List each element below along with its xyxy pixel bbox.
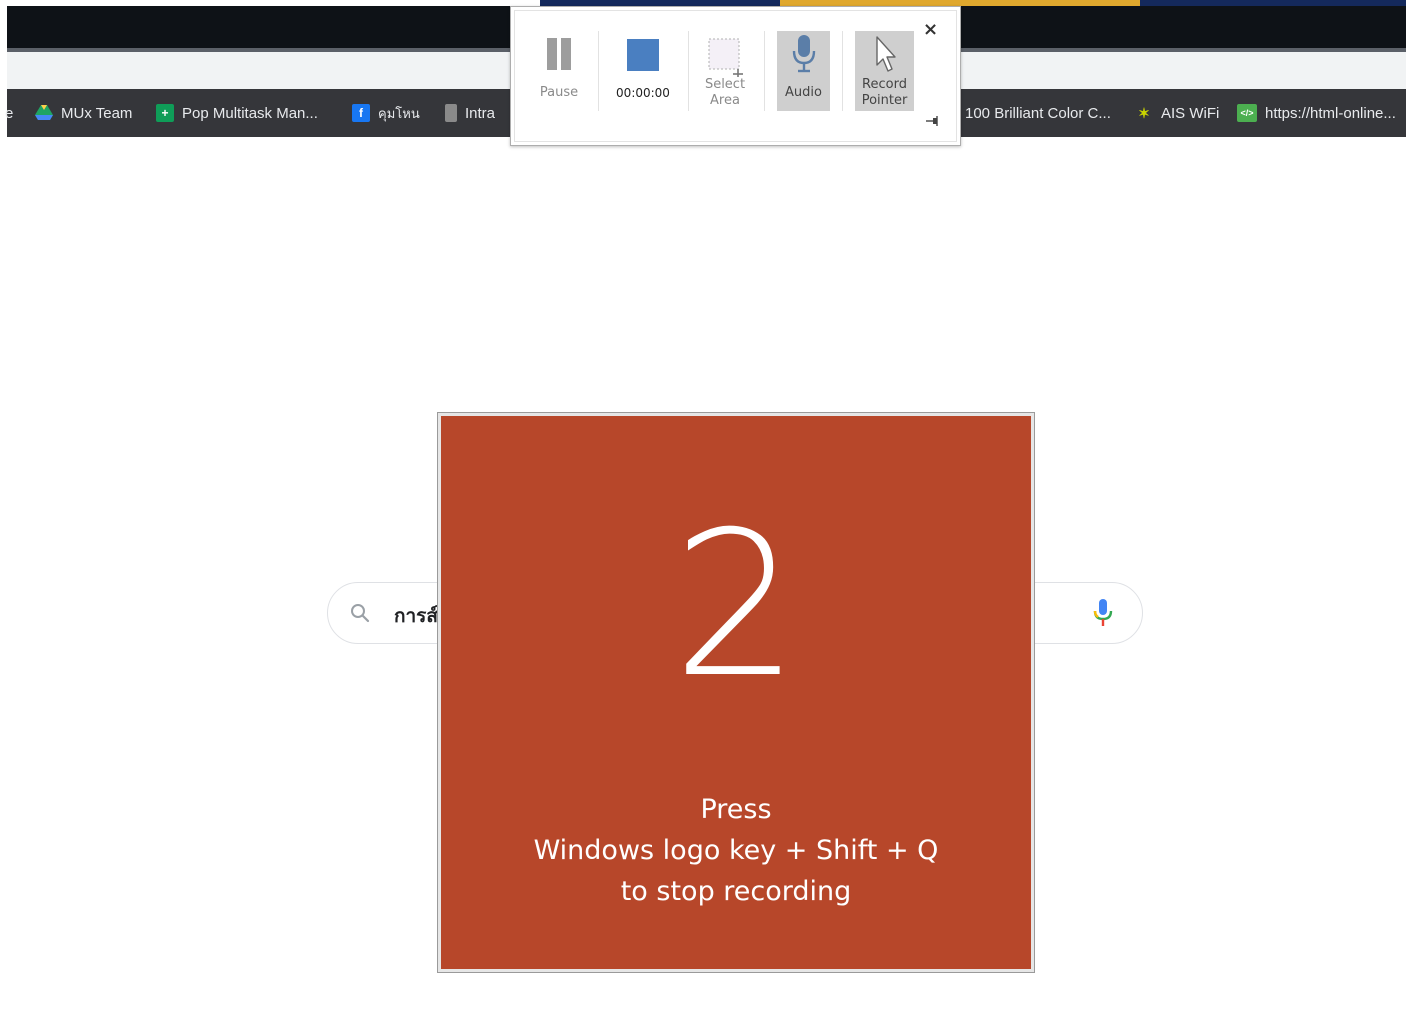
pause-icon: [547, 38, 571, 70]
record-pointer-label-1: Record: [862, 77, 907, 92]
recording-countdown-overlay: 2 Press Windows logo key + Shift + Q to …: [438, 413, 1034, 972]
bookmark-label: Intra: [465, 104, 496, 122]
record-pointer-label-2: Pointer: [861, 93, 908, 108]
bookmark-facebook[interactable]: f คุมโหน: [352, 89, 420, 137]
close-icon[interactable]: ×: [923, 21, 938, 39]
bookmark-brilliant-color[interactable]: 100 Brilliant Color C...: [965, 89, 1111, 137]
bookmark-label: AIS WiFi: [1161, 104, 1220, 122]
mouse-pointer-icon: [875, 36, 896, 72]
audio-toggle-button[interactable]: Audio: [777, 31, 830, 111]
search-input[interactable]: การส์: [394, 601, 438, 631]
ais-wifi-icon: ✶: [1138, 104, 1150, 121]
countdown-line-2: Windows logo key + Shift + Q: [533, 835, 939, 866]
countdown-line-3: to stop recording: [620, 876, 852, 907]
sheets-plus-icon: +: [156, 104, 174, 122]
search-icon: [351, 604, 370, 623]
bookmark-label: https://html-online...: [1265, 104, 1396, 122]
google-drive-icon: [35, 104, 53, 122]
bookmark-mux-team[interactable]: MUx Team: [35, 89, 132, 137]
intra-icon: [445, 104, 457, 122]
countdown-instructions: Press Windows logo key + Shift + Q to st…: [441, 789, 1031, 912]
bookmark-intra[interactable]: Intra: [445, 89, 495, 137]
stop-icon: [627, 39, 659, 71]
recording-timer: 00:00:00: [616, 86, 670, 100]
countdown-number: 2: [672, 489, 800, 722]
toolbar-separator: [764, 31, 765, 111]
select-area-button[interactable]: Select Area: [697, 31, 753, 111]
bookmark-partial[interactable]: e: [5, 89, 13, 137]
bookmark-html-online[interactable]: </> https://html-online...: [1237, 89, 1396, 137]
countdown-line-1: Press: [700, 794, 772, 825]
pause-label: Pause: [539, 85, 579, 100]
bookmark-label: Pop Multitask Man...: [182, 104, 318, 122]
window-left-edge: [0, 0, 7, 1035]
bookmark-label: MUx Team: [61, 104, 133, 122]
bookmark-ais-wifi[interactable]: ✶ AIS WiFi: [1135, 89, 1219, 137]
audio-label: Audio: [785, 85, 822, 100]
select-area-label-1: Select: [704, 77, 746, 92]
bookmark-label: 100 Brilliant Color C...: [965, 104, 1111, 122]
pin-icon[interactable]: [925, 115, 941, 127]
stop-button[interactable]: 00:00:00: [607, 31, 679, 111]
record-pointer-toggle-button[interactable]: Record Pointer: [855, 31, 914, 111]
bookmark-label: คุมโหน: [378, 105, 420, 121]
facebook-icon: f: [352, 104, 370, 122]
toolbar-separator: [688, 31, 689, 111]
toolbar-separator: [842, 31, 843, 111]
microphone-icon[interactable]: [1091, 597, 1115, 629]
toolbar-separator: [598, 31, 599, 111]
screen-recording-toolbar: Pause 00:00:00 Select Area Audio Record …: [510, 6, 961, 146]
bookmark-pop-multitask[interactable]: + Pop Multitask Man...: [156, 89, 318, 137]
html-code-icon: </>: [1237, 104, 1257, 122]
select-area-label-2: Area: [710, 93, 740, 108]
pause-button[interactable]: Pause: [533, 31, 585, 111]
select-area-icon: [708, 38, 743, 77]
microphone-icon: [792, 35, 815, 73]
bookmark-label: e: [5, 104, 14, 122]
